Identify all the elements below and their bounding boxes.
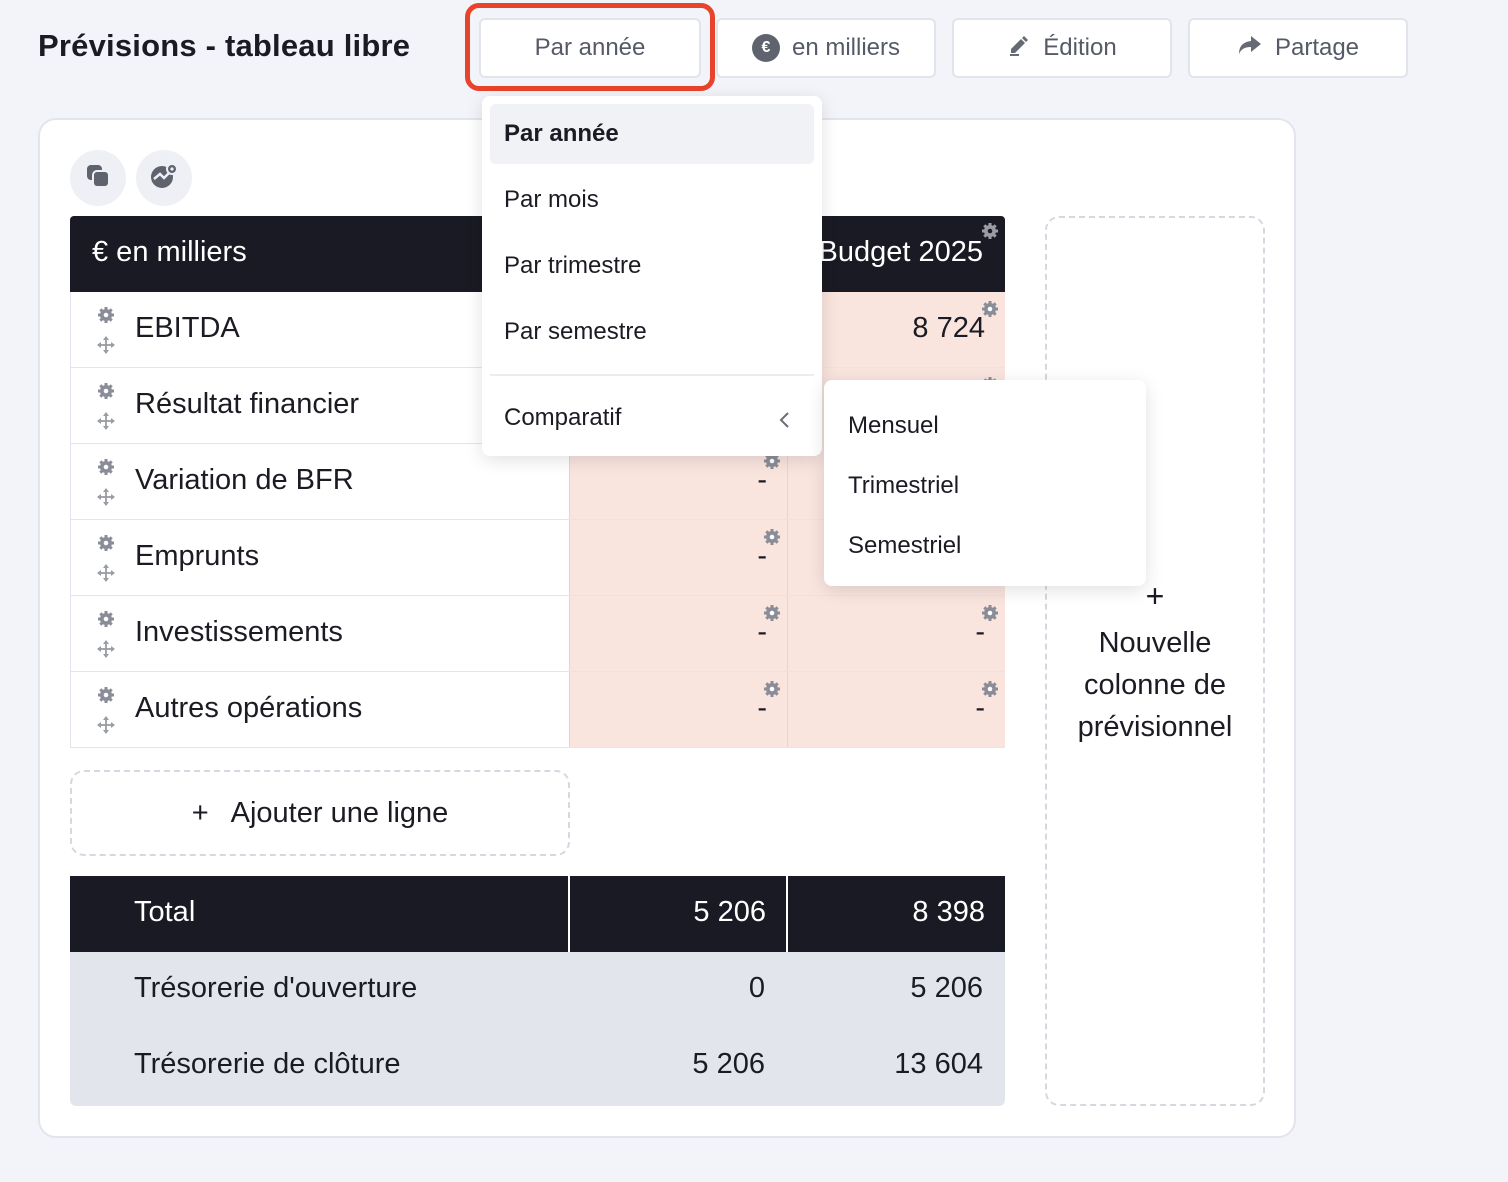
gear-icon[interactable] <box>97 306 115 329</box>
summary-row: Trésorerie de clôture 5 206 13 604 <box>70 1028 1005 1104</box>
plus-icon: + <box>191 796 209 829</box>
comparatif-label: Comparatif <box>504 404 622 431</box>
comparatif-submenu: Mensuel Trimestriel Semestriel <box>824 380 1146 586</box>
copy-icon <box>84 162 112 195</box>
cell-value: 8 724 <box>912 312 985 344</box>
new-column-label-line: Nouvelle <box>1098 627 1212 659</box>
table-cell[interactable]: - <box>787 596 1005 671</box>
gear-icon[interactable] <box>97 382 115 405</box>
chart-settings-button[interactable] <box>136 150 192 206</box>
highlight-outline <box>465 3 715 91</box>
table-row: - - Investissements <box>70 596 1005 672</box>
cell-value: - <box>757 616 767 648</box>
summary-label: Trésorerie de clôture <box>134 1048 401 1080</box>
column-header-budget[interactable]: Budget 2025 <box>819 236 983 269</box>
drag-handle-icon[interactable] <box>97 336 115 359</box>
chart-settings-icon <box>149 161 179 196</box>
total-value: 8 398 <box>912 896 985 928</box>
dropdown-item-par-semestre[interactable]: Par semestre <box>490 302 814 362</box>
row-label: Variation de BFR <box>135 464 354 496</box>
treasury-summary: Trésorerie d'ouverture 0 5 206 Trésoreri… <box>70 952 1005 1106</box>
summary-value: 0 <box>748 972 765 1004</box>
drag-handle-icon[interactable] <box>97 716 115 739</box>
submenu-item-semestriel[interactable]: Semestriel <box>848 532 961 560</box>
new-column-label-line: colonne de <box>1084 669 1226 701</box>
share-button[interactable]: Partage <box>1188 18 1408 78</box>
edit-label: Édition <box>1043 34 1117 61</box>
gear-icon[interactable] <box>981 222 999 245</box>
table-row: - - Autres opérations <box>70 672 1005 748</box>
euro-icon: € <box>751 34 780 62</box>
summary-row: Trésorerie d'ouverture 0 5 206 <box>70 952 1005 1028</box>
share-arrow-icon <box>1237 33 1263 64</box>
dropdown-item-par-trimestre[interactable]: Par trimestre <box>490 236 814 296</box>
drag-handle-icon[interactable] <box>97 564 115 587</box>
row-label: Résultat financier <box>135 388 360 420</box>
dropdown-item-par-annee[interactable]: Par année <box>490 104 814 164</box>
cell-value: - <box>757 464 767 496</box>
cell-value: - <box>975 692 985 724</box>
edit-button[interactable]: Édition <box>952 18 1172 78</box>
dropdown-item-comparatif[interactable]: Comparatif <box>490 388 814 448</box>
cell-value: - <box>757 692 767 724</box>
drag-handle-icon[interactable] <box>97 640 115 663</box>
row-label: Emprunts <box>135 540 260 572</box>
summary-label: Trésorerie d'ouverture <box>134 972 418 1004</box>
summary-value: 5 206 <box>910 972 983 1004</box>
new-column-label: Nouvelle colonne de prévisionnel <box>1047 622 1263 748</box>
submenu-item-mensuel[interactable]: Mensuel <box>848 412 939 440</box>
unit-select-button[interactable]: € en milliers <box>716 18 936 78</box>
submenu-item-trimestriel[interactable]: Trimestriel <box>848 472 959 500</box>
summary-value: 5 206 <box>692 1048 765 1080</box>
new-column-label-line: prévisionnel <box>1077 711 1233 743</box>
table-cell[interactable]: - <box>569 672 787 747</box>
gear-icon[interactable] <box>97 458 115 481</box>
dropdown-divider <box>490 374 814 376</box>
gear-icon[interactable] <box>97 610 115 633</box>
summary-value: 13 604 <box>894 1048 983 1080</box>
row-label: Investissements <box>135 616 343 648</box>
drag-handle-icon[interactable] <box>97 412 115 435</box>
cell-value: - <box>757 540 767 572</box>
new-forecast-column-button[interactable]: + Nouvelle colonne de prévisionnel <box>1045 216 1265 1106</box>
table-header-label: € en milliers <box>92 236 247 268</box>
dropdown-item-par-mois[interactable]: Par mois <box>490 170 814 230</box>
period-dropdown: Par année Par mois Par trimestre Par sem… <box>482 96 822 456</box>
pencil-icon <box>1007 33 1031 64</box>
row-label: EBITDA <box>135 312 240 344</box>
table-cell[interactable]: - <box>787 672 1005 747</box>
drag-handle-icon[interactable] <box>97 488 115 511</box>
total-label: Total <box>134 896 196 928</box>
cell-value: - <box>975 616 985 648</box>
table-cell[interactable]: - <box>569 520 787 595</box>
page-title: Prévisions - tableau libre <box>38 28 411 63</box>
chevron-left-icon <box>778 408 790 436</box>
copy-button[interactable] <box>70 150 126 206</box>
row-label: Autres opérations <box>135 692 363 724</box>
add-line-button[interactable]: + Ajouter une ligne <box>70 770 570 856</box>
share-label: Partage <box>1274 34 1360 61</box>
table-cell[interactable]: - <box>569 596 787 671</box>
unit-select-label: en milliers <box>791 34 901 61</box>
total-row: Total 5 206 8 398 <box>70 876 1005 952</box>
gear-icon[interactable] <box>97 534 115 557</box>
gear-icon[interactable] <box>97 686 115 709</box>
add-line-label: Ajouter une ligne <box>230 796 449 829</box>
total-value: 5 206 <box>693 896 766 928</box>
